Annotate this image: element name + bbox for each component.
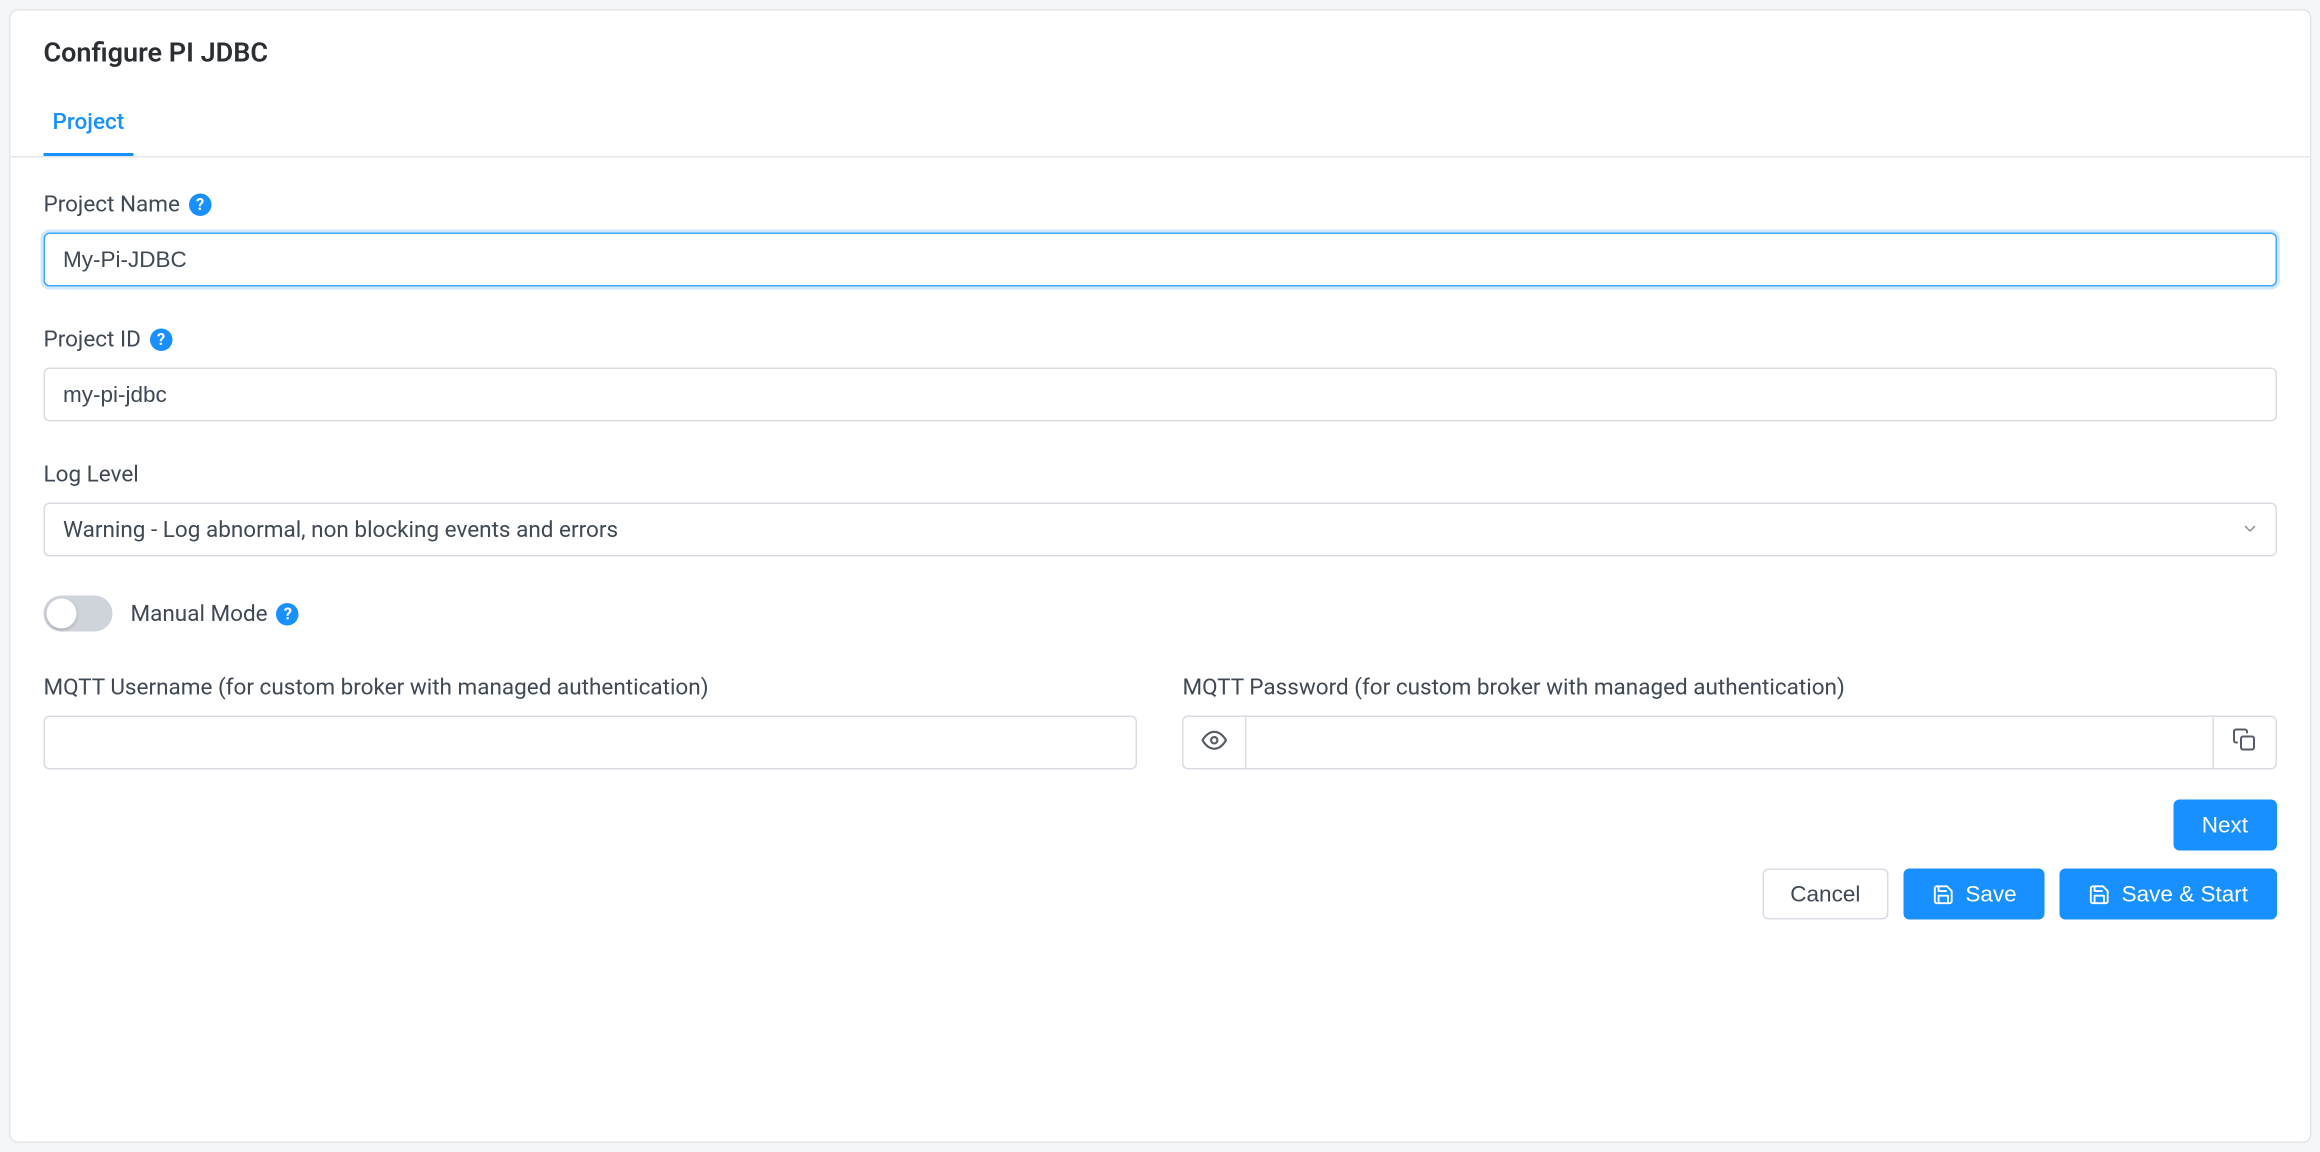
- field-mqtt-password: MQTT Password (for custom broker with ma…: [1182, 674, 2276, 770]
- panel-title: Configure PI JDBC: [44, 38, 2277, 88]
- tab-project[interactable]: Project: [44, 93, 134, 156]
- copy-icon: [2232, 728, 2256, 758]
- help-icon[interactable]: ?: [150, 328, 173, 351]
- log-level-select[interactable]: Warning - Log abnormal, non blocking eve…: [44, 503, 2277, 557]
- label-text: Manual Mode: [131, 600, 268, 627]
- project-name-input[interactable]: [44, 233, 2277, 287]
- field-project-name: Project Name ?: [44, 191, 2277, 287]
- mqtt-password-group: [1182, 716, 2276, 770]
- save-button[interactable]: Save: [1904, 869, 2045, 920]
- configure-panel: Configure PI JDBC Project Project Name ?…: [9, 9, 2311, 1143]
- label-log-level: Log Level: [44, 461, 2277, 488]
- mqtt-username-input[interactable]: [44, 716, 1138, 770]
- label-mqtt-password: MQTT Password (for custom broker with ma…: [1182, 674, 2276, 701]
- button-label: Next: [2202, 812, 2248, 838]
- button-label: Cancel: [1790, 881, 1860, 907]
- label-text: Log Level: [44, 461, 139, 488]
- panel-header: Configure PI JDBC: [11, 11, 2310, 88]
- tab-bar: Project: [11, 93, 2310, 158]
- field-log-level: Log Level Warning - Log abnormal, non bl…: [44, 461, 2277, 557]
- help-icon[interactable]: ?: [189, 193, 212, 216]
- field-project-id: Project ID ?: [44, 326, 2277, 422]
- form-body: Project Name ? Project ID ? Log Level: [11, 158, 2310, 785]
- copy-password-button[interactable]: [2213, 716, 2276, 770]
- label-project-name: Project Name ?: [44, 191, 2277, 218]
- toggle-password-visibility-button[interactable]: [1182, 716, 1245, 770]
- manual-mode-toggle[interactable]: [44, 596, 113, 632]
- label-text: MQTT Username (for custom broker with ma…: [44, 674, 709, 701]
- help-icon[interactable]: ?: [277, 602, 300, 625]
- field-mqtt-username: MQTT Username (for custom broker with ma…: [44, 674, 1138, 770]
- label-mqtt-username: MQTT Username (for custom broker with ma…: [44, 674, 1138, 701]
- mqtt-row: MQTT Username (for custom broker with ma…: [44, 674, 2277, 770]
- save-icon: [1932, 883, 1955, 906]
- label-manual-mode: Manual Mode ?: [131, 600, 300, 627]
- footer-primary: Next: [11, 785, 2310, 860]
- eye-icon: [1202, 727, 1228, 759]
- button-label: Save & Start: [2122, 881, 2248, 907]
- toggle-knob: [47, 599, 77, 629]
- label-text: MQTT Password (for custom broker with ma…: [1182, 674, 1844, 701]
- field-manual-mode: Manual Mode ?: [44, 596, 2277, 632]
- label-text: Project Name: [44, 191, 180, 218]
- save-icon: [2089, 883, 2112, 906]
- mqtt-password-input[interactable]: [1245, 716, 2213, 770]
- select-value: Warning - Log abnormal, non blocking eve…: [63, 516, 618, 543]
- project-id-input[interactable]: [44, 368, 2277, 422]
- button-label: Save: [1965, 881, 2016, 907]
- next-button[interactable]: Next: [2173, 800, 2276, 851]
- footer-secondary: Cancel Save Save & Start: [11, 860, 2310, 953]
- log-level-select-wrap: Warning - Log abnormal, non blocking eve…: [44, 503, 2277, 557]
- label-text: Project ID: [44, 326, 141, 353]
- cancel-button[interactable]: Cancel: [1762, 869, 1889, 920]
- label-project-id: Project ID ?: [44, 326, 2277, 353]
- save-start-button[interactable]: Save & Start: [2060, 869, 2276, 920]
